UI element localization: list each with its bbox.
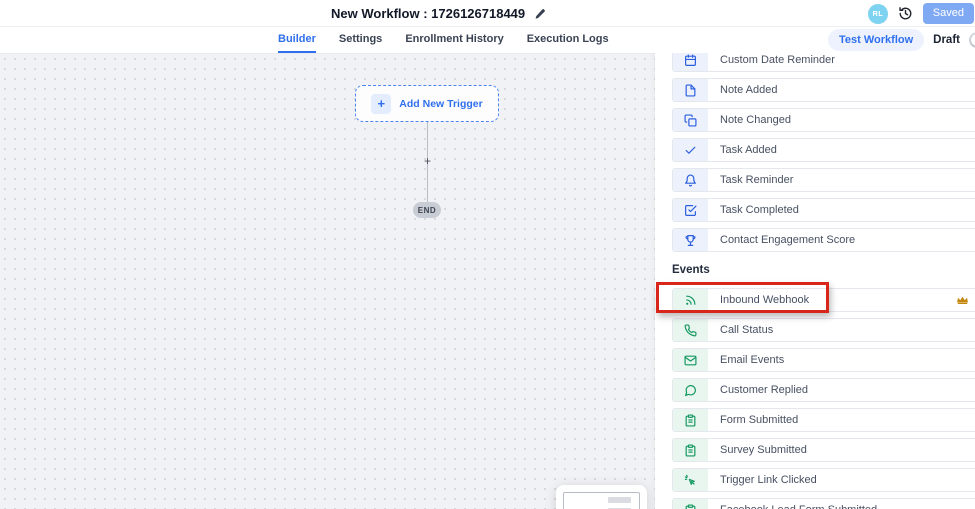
phone-icon [673,319,708,341]
tab-bar: Builder Settings Enrollment History Exec… [278,27,609,53]
trigger-list: Custom Date Reminder Note Added Note Chang… [672,48,975,509]
trophy-icon [673,229,708,251]
end-node: END [413,202,441,218]
trigger-sidebar: Custom Date Reminder Note Added Note Chang… [655,27,975,509]
trigger-item-label: Customer Replied [720,384,808,396]
tab-execution-logs[interactable]: Execution Logs [527,27,609,53]
draft-label: Draft [933,34,960,46]
trigger-item-task-completed[interactable]: Task Completed [672,198,975,222]
trigger-item-label: Task Added [720,144,777,156]
subheader: Builder Settings Enrollment History Exec… [0,27,975,53]
trigger-item-form-submitted[interactable]: Form Submitted [672,408,975,432]
trigger-item-contact-engagement-score[interactable]: Contact Engagement Score [672,228,975,252]
bell-icon [673,169,708,191]
trigger-item-task-added[interactable]: Task Added [672,138,975,162]
trigger-item-label: Email Events [720,354,784,366]
test-workflow-button[interactable]: Test Workflow [828,29,924,51]
add-trigger-label: Add New Trigger [399,98,482,110]
trigger-item-note-changed[interactable]: Note Changed [672,108,975,132]
tab-settings[interactable]: Settings [339,27,382,53]
trigger-item-trigger-link-clicked[interactable]: Trigger Link Clicked [672,468,975,492]
check-icon [673,139,708,161]
clipboard-icon [673,409,708,431]
trigger-item-label: Contact Engagement Score [720,234,855,246]
preview-card [556,485,647,509]
trigger-item-label: Call Status [720,324,773,336]
trigger-item-note-added[interactable]: Note Added [672,78,975,102]
page-title: New Workflow : 1726126718449 [331,6,525,21]
plus-icon: + [371,94,391,114]
preview-frame [563,492,640,509]
trigger-item-inbound-webhook[interactable]: Inbound Webhook [672,288,975,312]
clipboard-icon [673,439,708,461]
trigger-item-label: Task Reminder [720,174,793,186]
crown-icon [956,295,969,305]
edit-title-icon[interactable] [534,8,546,20]
trigger-item-email-events[interactable]: Email Events [672,348,975,372]
trigger-item-facebook-lead-form-submitted[interactable]: Facebook Lead Form Submitted [672,498,975,509]
trigger-item-task-reminder[interactable]: Task Reminder [672,168,975,192]
saved-button[interactable]: Saved [923,3,974,24]
clipboard-icon [673,499,708,509]
workflow-canvas[interactable]: + Add New Trigger + END [0,53,655,509]
trigger-item-label: Custom Date Reminder [720,54,835,66]
trigger-item-label: Facebook Lead Form Submitted [720,504,877,509]
tab-builder[interactable]: Builder [278,27,316,53]
envelope-icon [673,349,708,371]
note-icon [673,79,708,101]
publish-controls: Test Workflow Draft Publish [828,27,975,53]
publish-toggle[interactable] [969,32,975,48]
trigger-item-survey-submitted[interactable]: Survey Submitted [672,438,975,462]
avatar[interactable]: RL [868,4,888,24]
add-new-trigger-button[interactable]: + Add New Trigger [355,85,499,122]
trigger-item-label: Inbound Webhook [720,294,809,306]
tab-enrollment-history[interactable]: Enrollment History [405,27,503,53]
section-header-events: Events [672,258,975,282]
trigger-item-label: Note Added [720,84,778,96]
chat-icon [673,379,708,401]
task-completed-icon [673,199,708,221]
header: New Workflow : 1726126718449 RL Saved [0,0,975,27]
trigger-item-label: Trigger Link Clicked [720,474,817,486]
trigger-item-label: Note Changed [720,114,791,126]
trigger-item-customer-replied[interactable]: Customer Replied [672,378,975,402]
note-changed-icon [673,109,708,131]
add-action-button[interactable]: + [421,155,434,168]
webhook-icon [673,289,708,311]
trigger-item-label: Form Submitted [720,414,798,426]
toggle-knob [971,34,975,46]
trigger-item-label: Task Completed [720,204,799,216]
trigger-item-call-status[interactable]: Call Status [672,318,975,342]
header-right: RL Saved [868,0,974,27]
title-wrap: New Workflow : 1726126718449 [331,0,546,27]
trigger-item-label: Survey Submitted [720,444,807,456]
placeholder-bar [608,497,631,503]
link-click-icon [673,469,708,491]
history-icon[interactable] [898,6,913,21]
